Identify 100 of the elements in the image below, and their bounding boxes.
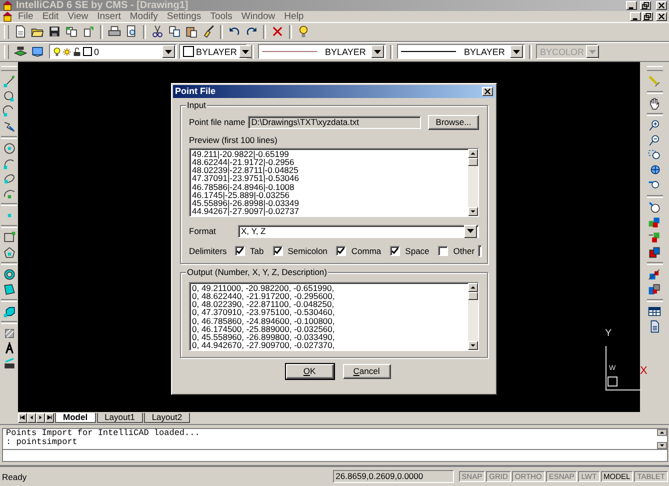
linetype-dropdown[interactable]: BYLAYER bbox=[258, 44, 386, 60]
menu-item[interactable]: Edit bbox=[38, 11, 63, 22]
checkbox[interactable] bbox=[235, 246, 245, 256]
donut-icon[interactable] bbox=[2, 266, 16, 282]
checkmark-icon bbox=[391, 246, 400, 255]
command-input-field[interactable] bbox=[2, 450, 668, 462]
hand-icon[interactable] bbox=[647, 96, 662, 111]
linetype-value: BYLAYER bbox=[325, 46, 367, 57]
layer-manager-icon[interactable] bbox=[30, 44, 45, 60]
minimize-button[interactable] bbox=[630, 12, 641, 21]
next-tab-button[interactable] bbox=[36, 412, 45, 423]
stacked-cubes-icon[interactable] bbox=[647, 244, 662, 260]
layout-tab[interactable]: Model bbox=[55, 412, 96, 423]
cut-icon[interactable] bbox=[150, 24, 165, 40]
close-icon bbox=[484, 88, 491, 95]
scrollbar[interactable] bbox=[468, 148, 478, 216]
padlock-icon bbox=[73, 46, 81, 57]
browse-button[interactable]: Browse... bbox=[428, 114, 479, 130]
field-label: Delimiters bbox=[189, 246, 228, 256]
left-arrow-icon bbox=[29, 415, 34, 420]
rectangle-icon[interactable] bbox=[2, 230, 16, 245]
lineweight-value: BYLAYER bbox=[464, 46, 506, 57]
menu-item[interactable]: View bbox=[64, 11, 92, 22]
output-line: 0, 46.174500, -25.889000, -0.032560, bbox=[192, 324, 336, 333]
circle-icon[interactable] bbox=[2, 88, 16, 104]
scroll-up-icon[interactable] bbox=[657, 428, 667, 436]
lineweight-dropdown[interactable]: BYLAYER bbox=[397, 44, 525, 60]
output-line: 0, 44.942670, -27.909700, -0.027370, bbox=[192, 341, 336, 350]
close-button[interactable] bbox=[656, 12, 667, 21]
close-icon bbox=[658, 13, 665, 20]
right-arrow-icon bbox=[38, 415, 43, 420]
menu-item[interactable]: Tools bbox=[206, 11, 236, 22]
group-label: Output (Number, X, Y, Z, Description) bbox=[186, 266, 328, 277]
restore-button[interactable] bbox=[642, 12, 653, 21]
sheet-arrow-icon[interactable] bbox=[81, 24, 96, 40]
new-file-icon[interactable] bbox=[13, 24, 28, 40]
checkbox[interactable] bbox=[438, 246, 448, 256]
menu-item[interactable]: File bbox=[14, 11, 38, 22]
close-button[interactable] bbox=[482, 86, 493, 96]
output-line: 0, 45.558960, -26.899800, -0.033490, bbox=[192, 332, 336, 342]
menu-item[interactable]: Help bbox=[280, 11, 308, 22]
scrollbar[interactable] bbox=[657, 428, 667, 448]
checkbox-label[interactable]: Tab bbox=[250, 246, 264, 256]
document-menu-icon[interactable] bbox=[2, 11, 13, 22]
cancel-button[interactable]: Cancel bbox=[342, 364, 390, 379]
sheets-icon[interactable] bbox=[64, 24, 79, 40]
preview-listbox[interactable] bbox=[189, 148, 479, 217]
close-button[interactable] bbox=[656, 1, 667, 10]
first-tab-button[interactable] bbox=[18, 412, 27, 423]
checkbox-label[interactable]: Space bbox=[405, 246, 430, 256]
ok-button[interactable]: OK bbox=[286, 364, 334, 379]
dimension-icon[interactable] bbox=[2, 356, 16, 371]
checkmark-icon bbox=[274, 246, 282, 255]
last-tab-button[interactable] bbox=[45, 412, 54, 423]
restore-button[interactable] bbox=[640, 1, 651, 10]
preview-line: 48.02239|-22.8711|-0.04825 bbox=[192, 166, 300, 174]
checkbox-label[interactable]: Comma bbox=[351, 246, 382, 256]
paste-icon[interactable] bbox=[184, 24, 199, 40]
field-label: Format bbox=[189, 226, 217, 236]
save-icon[interactable] bbox=[47, 24, 62, 40]
preview-line: 46.78586|-24.8946|-0.1008 bbox=[192, 182, 294, 191]
zoom-out-icon[interactable] bbox=[647, 132, 662, 148]
checkbox[interactable] bbox=[336, 246, 346, 256]
previous-tab-button[interactable] bbox=[27, 412, 36, 423]
command-line-text: Points Import for IntelliCAD loaded... bbox=[6, 428, 201, 438]
preview-line: 47.37091|-23.9751|-0.53046 bbox=[192, 174, 300, 182]
command-line-text: : pointsimport bbox=[6, 438, 78, 446]
menu-item[interactable]: Settings bbox=[162, 11, 206, 22]
preview-line: 46.1745|-25.889|-0.03256 bbox=[192, 190, 290, 199]
scrollbar[interactable] bbox=[468, 282, 478, 350]
brush-icon[interactable] bbox=[201, 24, 216, 40]
app-icon bbox=[2, 0, 13, 11]
checkbox[interactable] bbox=[272, 246, 283, 256]
layout-tab[interactable]: Layout2 bbox=[144, 412, 190, 423]
layout-tab[interactable]: Layout1 bbox=[96, 412, 143, 423]
minimize-button[interactable] bbox=[626, 1, 637, 10]
color-value: BYLAYER bbox=[196, 46, 237, 57]
menu-item[interactable]: Modify bbox=[126, 11, 162, 22]
coordinates-display: 26.8659,0.2609,0.0000 bbox=[332, 470, 454, 484]
polygon-icon[interactable] bbox=[2, 244, 16, 260]
format-dropdown[interactable]: X, Y, Z bbox=[238, 224, 479, 238]
output-listbox[interactable] bbox=[189, 282, 479, 351]
copy-icon[interactable] bbox=[167, 24, 182, 40]
checkbox-label[interactable]: Other bbox=[453, 246, 475, 256]
layer-dropdown[interactable]: 0 bbox=[49, 44, 177, 60]
scroll-down-icon[interactable] bbox=[657, 442, 667, 448]
concentric-circle-icon[interactable] bbox=[2, 140, 16, 156]
menu-item[interactable]: Window bbox=[237, 11, 280, 22]
linetype-preview bbox=[262, 51, 317, 52]
file-path-field[interactable]: D:\Drawings\TXT\xyzdata.txt bbox=[248, 116, 421, 129]
layer-color-swatch bbox=[83, 47, 92, 56]
rotate-view-icon[interactable] bbox=[647, 200, 662, 215]
zoom-in-icon[interactable] bbox=[647, 118, 662, 133]
checkmark-icon bbox=[337, 246, 346, 255]
lightbulb-icon bbox=[53, 46, 61, 57]
checkbox[interactable] bbox=[390, 246, 400, 256]
menu-item[interactable]: Insert bbox=[93, 11, 125, 22]
checkbox-label[interactable]: Semicolon bbox=[288, 246, 328, 256]
line-icon[interactable] bbox=[2, 74, 16, 89]
other-delimiter-field[interactable] bbox=[478, 244, 482, 257]
